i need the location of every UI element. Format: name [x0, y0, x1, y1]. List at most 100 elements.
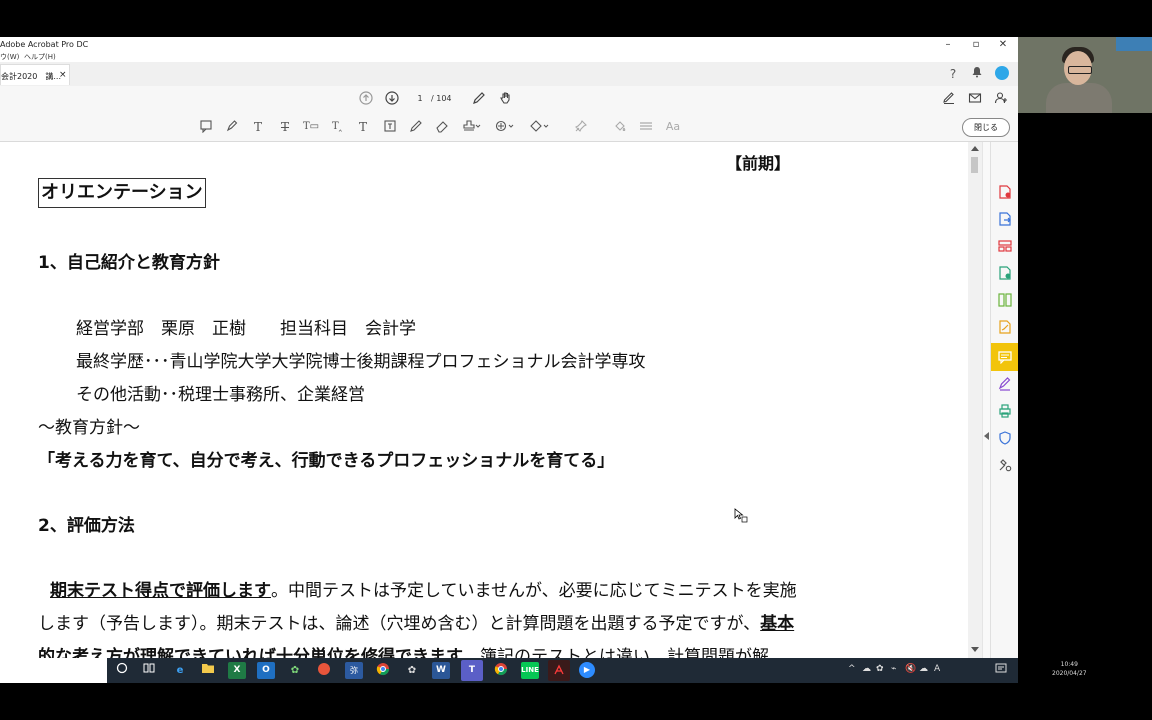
evaluation-text-2: します（予告します）。期末テストは、論述（穴埋め含む）と計算問題を出題する予定で…: [38, 614, 761, 634]
file-explorer-icon[interactable]: [199, 662, 217, 679]
print-production-icon[interactable]: [997, 404, 1013, 420]
menu-bar: ウ(W) ヘルプ(H): [0, 51, 1018, 61]
highlight-icon[interactable]: [224, 119, 240, 135]
clock-date: 2020/04/27: [1052, 670, 1087, 677]
underline-text-icon[interactable]: T: [250, 119, 266, 135]
protect-shield-icon[interactable]: [997, 431, 1013, 447]
tools-pane: [990, 142, 1018, 658]
evaluation-text-3: 。簿記のテストとは違い、計算問題が解: [463, 647, 769, 658]
create-pdf-icon[interactable]: [997, 185, 1013, 201]
app-tray-icon[interactable]: ✿: [876, 664, 884, 674]
compare-files-icon[interactable]: [997, 293, 1013, 309]
evaluation-line-1: 期末テスト得点で評価します。中間テストは予定していませんが、必要に応じてミニテス…: [50, 576, 797, 601]
background-whiteboard: [1116, 37, 1152, 51]
webcam-video-feed: [1018, 37, 1152, 113]
fill-color-icon[interactable]: [612, 119, 628, 135]
fill-sign-pane-icon[interactable]: [997, 320, 1013, 336]
word-icon[interactable]: W: [432, 662, 450, 679]
replace-text-icon[interactable]: T▭: [303, 119, 319, 135]
close-window-button[interactable]: ✕: [993, 39, 1013, 50]
fill-and-sign-icon[interactable]: [997, 377, 1013, 393]
mouse-cursor-icon: [734, 508, 748, 523]
menu-window[interactable]: ウ(W): [0, 52, 19, 62]
tab-close-icon[interactable]: ×: [59, 70, 67, 80]
text-box-icon[interactable]: [382, 119, 398, 135]
minimize-button[interactable]: –: [938, 39, 958, 50]
fire-app-icon[interactable]: [315, 662, 333, 679]
page-navigation-bar: 1 / 104: [0, 86, 1018, 113]
tray-expand-icon[interactable]: ^: [848, 664, 856, 674]
comment-tool-active[interactable]: [991, 343, 1018, 371]
network-icon[interactable]: ⌁: [891, 664, 896, 674]
evaluation-emphasis-1: 期末テスト得点で評価します: [50, 581, 271, 601]
drawing-tools-icon[interactable]: [529, 119, 551, 135]
account-avatar-icon[interactable]: [994, 66, 1010, 82]
document-page: 【前期】 オリエンテーション 1、自己紹介と教育方針 経営学部 栗原 正樹 担当…: [0, 142, 968, 658]
ime-input-indicator[interactable]: A: [934, 664, 940, 674]
onedrive-icon[interactable]: ☁: [862, 664, 871, 674]
previous-page-icon[interactable]: [358, 91, 374, 107]
system-clock[interactable]: 10:49 2020/04/27: [1052, 660, 1087, 678]
paw-app-2-icon[interactable]: ✿: [403, 662, 421, 679]
edge-browser-icon[interactable]: e: [171, 662, 189, 679]
help-icon[interactable]: ?: [945, 66, 961, 82]
insert-text-icon[interactable]: T‸: [329, 119, 345, 135]
paw-app-icon[interactable]: ✿: [286, 662, 304, 679]
acrobat-window: Adobe Acrobat Pro DC – ▫ ✕ ウ(W) ヘルプ(H) 会…: [0, 37, 1018, 683]
menu-help[interactable]: ヘルプ(H): [24, 52, 56, 62]
scroll-down-icon[interactable]: [971, 647, 979, 653]
volume-mute-icon[interactable]: 🔇: [905, 664, 916, 674]
pencil-icon[interactable]: [408, 119, 424, 135]
edit-pdf-icon[interactable]: [997, 266, 1013, 282]
organize-pages-icon[interactable]: [997, 239, 1013, 255]
comment-icon: [998, 351, 1012, 364]
comment-toolbar: T T T▭ T‸ T Aa 閉じる: [0, 112, 1018, 142]
policy-statement: 「考える力を育て、自分で考え、行動できるプロフェッショナルを育てる」: [38, 451, 615, 471]
scrollbar-thumb[interactable]: [971, 157, 978, 173]
search-circle-icon[interactable]: [113, 662, 131, 679]
acrobat-taskbar-icon[interactable]: [548, 660, 570, 681]
share-user-icon[interactable]: [993, 91, 1009, 107]
page-number-input[interactable]: 1: [410, 91, 430, 106]
pin-icon[interactable]: [573, 119, 589, 135]
scroll-up-icon[interactable]: [971, 145, 979, 151]
attach-file-icon[interactable]: [494, 119, 516, 135]
presenter-glasses: [1068, 66, 1092, 74]
teams-icon[interactable]: T: [461, 660, 483, 681]
excel-icon[interactable]: X: [228, 662, 246, 679]
windows-taskbar: e X O ✿ 弥 ✿ W T LINE ▶ ^ ☁ ✿ ⌁ 🔇 ☁ A 10:…: [107, 658, 1087, 683]
evaluation-line-2: します（予告します）。期末テストは、論述（穴埋め含む）と計算問題を出題する予定で…: [38, 609, 794, 634]
eraser-icon[interactable]: [434, 119, 450, 135]
email-icon[interactable]: [967, 91, 983, 107]
strikethrough-text-icon[interactable]: T: [277, 119, 293, 135]
tab-bar: 会計2020 講... × ?: [0, 62, 1018, 87]
line-messenger-icon[interactable]: LINE: [521, 662, 539, 679]
cloud-sync-icon[interactable]: ☁: [919, 664, 928, 674]
notification-bell-icon[interactable]: [969, 66, 985, 82]
sticky-note-icon[interactable]: [198, 119, 214, 135]
export-pdf-icon[interactable]: [997, 212, 1013, 228]
close-tool-button[interactable]: 閉じる: [962, 118, 1010, 137]
stamp-icon[interactable]: [461, 119, 483, 135]
next-page-icon[interactable]: [384, 91, 400, 107]
vertical-scrollbar[interactable]: [968, 142, 982, 658]
window-title: Adobe Acrobat Pro DC: [0, 40, 89, 49]
outlook-icon[interactable]: O: [257, 662, 275, 679]
tool-app-icon[interactable]: 弥: [345, 662, 363, 679]
chrome-2-icon[interactable]: [492, 662, 510, 679]
action-center-icon[interactable]: [995, 663, 1007, 678]
hand-tool-icon[interactable]: [498, 91, 514, 107]
more-tools-icon[interactable]: [997, 458, 1013, 474]
fill-sign-icon[interactable]: [941, 91, 957, 107]
add-text-icon[interactable]: T: [355, 119, 371, 135]
policy-heading: ～教育方針～: [38, 418, 140, 438]
text-style-icon[interactable]: Aa: [663, 119, 683, 135]
chrome-icon[interactable]: [374, 662, 392, 679]
line-weight-icon[interactable]: [638, 119, 654, 135]
restore-button[interactable]: ▫: [966, 39, 986, 50]
task-view-icon[interactable]: [140, 662, 158, 679]
evaluation-emphasis-2: 基本: [760, 614, 795, 634]
zoom-icon[interactable]: ▶: [579, 662, 595, 678]
document-tab[interactable]: 会計2020 講... ×: [0, 64, 70, 85]
select-tool-icon[interactable]: [471, 91, 487, 107]
